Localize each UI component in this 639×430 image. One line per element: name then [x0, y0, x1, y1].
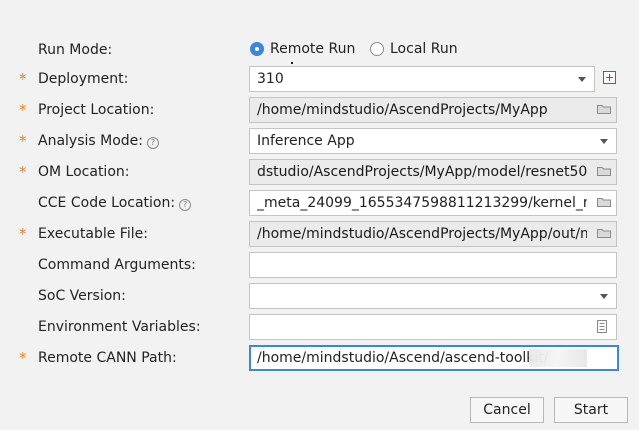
- project-location-value: /home/mindstudio/AscendProjects/MyApp: [257, 102, 548, 118]
- cce-code-location-label-text: CCE Code Location:: [38, 195, 176, 211]
- om-location-field[interactable]: dstudio/AscendProjects/MyApp/model/resne…: [249, 159, 617, 185]
- executable-file-row: * Executable File: /home/mindstudio/Asce…: [0, 221, 639, 247]
- required-marker: *: [19, 163, 27, 181]
- run-configuration-dialog: Run Mode: Remote Run Local Run * Deploym…: [0, 0, 639, 430]
- om-location-value: dstudio/AscendProjects/MyApp/model/resne…: [257, 164, 587, 180]
- cancel-button[interactable]: Cancel: [470, 397, 544, 423]
- remote-run-label[interactable]: Remote Run: [270, 40, 355, 58]
- soc-version-select[interactable]: [249, 283, 617, 309]
- remote-cann-path-input[interactable]: /home/mindstudio/Ascend/ascend-toolkit/: [249, 345, 619, 371]
- required-marker: *: [19, 101, 27, 119]
- chevron-down-icon[interactable]: [600, 294, 608, 299]
- folder-icon[interactable]: [597, 228, 611, 238]
- remote-cann-path-row: * Remote CANN Path: /home/mindstudio/Asc…: [0, 345, 639, 371]
- analysis-mode-label: Analysis Mode:?: [38, 132, 159, 150]
- analysis-mode-row: * Analysis Mode:? Inference App: [0, 128, 639, 154]
- redacted-region: [529, 349, 587, 367]
- environment-variables-label: Environment Variables:: [38, 319, 201, 335]
- project-location-label: Project Location:: [38, 102, 155, 118]
- analysis-mode-value: Inference App: [257, 133, 355, 149]
- required-marker: *: [19, 225, 27, 243]
- question-circle-icon[interactable]: ?: [179, 199, 192, 211]
- required-marker: *: [19, 132, 27, 150]
- remote-cann-path-value: /home/mindstudio/Ascend/ascend-toolkit/: [257, 350, 549, 366]
- executable-file-value: /home/mindstudio/AscendProjects/MyApp/ou…: [257, 226, 587, 242]
- deployment-label: Deployment:: [38, 71, 129, 87]
- run-mode-row: Run Mode: Remote Run Local Run: [0, 37, 639, 63]
- environment-variables-field[interactable]: [249, 314, 617, 340]
- cce-code-location-value: _meta_24099_1655347598811213299/kernel_m…: [257, 195, 587, 211]
- om-location-label: OM Location:: [38, 164, 130, 180]
- remote-cann-path-label: Remote CANN Path:: [38, 350, 177, 366]
- required-marker: *: [19, 349, 27, 367]
- environment-variables-row: Environment Variables:: [0, 314, 639, 340]
- deployment-select[interactable]: 310: [249, 66, 595, 92]
- folder-icon[interactable]: [597, 104, 611, 114]
- analysis-mode-select[interactable]: Inference App: [249, 128, 617, 154]
- cce-code-location-row: CCE Code Location:? _meta_24099_16553475…: [0, 190, 639, 216]
- question-circle-icon[interactable]: ?: [147, 137, 159, 149]
- remote-run-radio[interactable]: [250, 42, 264, 56]
- cce-code-location-label: CCE Code Location:?: [38, 194, 192, 212]
- soc-version-row: SoC Version:: [0, 283, 639, 309]
- folder-icon[interactable]: [597, 197, 611, 207]
- cce-code-location-field[interactable]: _meta_24099_1655347598811213299/kernel_m…: [249, 190, 617, 216]
- command-arguments-input[interactable]: [249, 252, 617, 278]
- local-run-radio[interactable]: [370, 42, 384, 56]
- analysis-mode-label-text: Analysis Mode:: [38, 133, 143, 149]
- start-button[interactable]: Start: [554, 397, 628, 423]
- command-arguments-row: Command Arguments:: [0, 252, 639, 278]
- run-mode-label: Run Mode:: [38, 42, 113, 58]
- executable-file-label: Executable File:: [38, 226, 148, 242]
- chevron-down-icon[interactable]: [578, 77, 586, 82]
- command-arguments-label: Command Arguments:: [38, 257, 196, 273]
- deployment-row: * Deployment: 310: [0, 66, 639, 92]
- project-location-row: * Project Location: /home/mindstudio/Asc…: [0, 97, 639, 123]
- deployment-value: 310: [257, 71, 284, 87]
- executable-file-field[interactable]: /home/mindstudio/AscendProjects/MyApp/ou…: [249, 221, 617, 247]
- om-location-row: * OM Location: dstudio/AscendProjects/My…: [0, 159, 639, 185]
- list-document-icon[interactable]: [597, 320, 607, 333]
- chevron-down-icon[interactable]: [600, 139, 608, 144]
- project-location-field[interactable]: /home/mindstudio/AscendProjects/MyApp: [249, 97, 617, 123]
- folder-icon[interactable]: [597, 166, 611, 176]
- local-run-label[interactable]: Local Run: [390, 40, 458, 58]
- soc-version-label: SoC Version:: [38, 288, 126, 304]
- add-deployment-button[interactable]: [603, 71, 616, 84]
- stray-dot: [291, 62, 293, 64]
- required-marker: *: [19, 70, 27, 88]
